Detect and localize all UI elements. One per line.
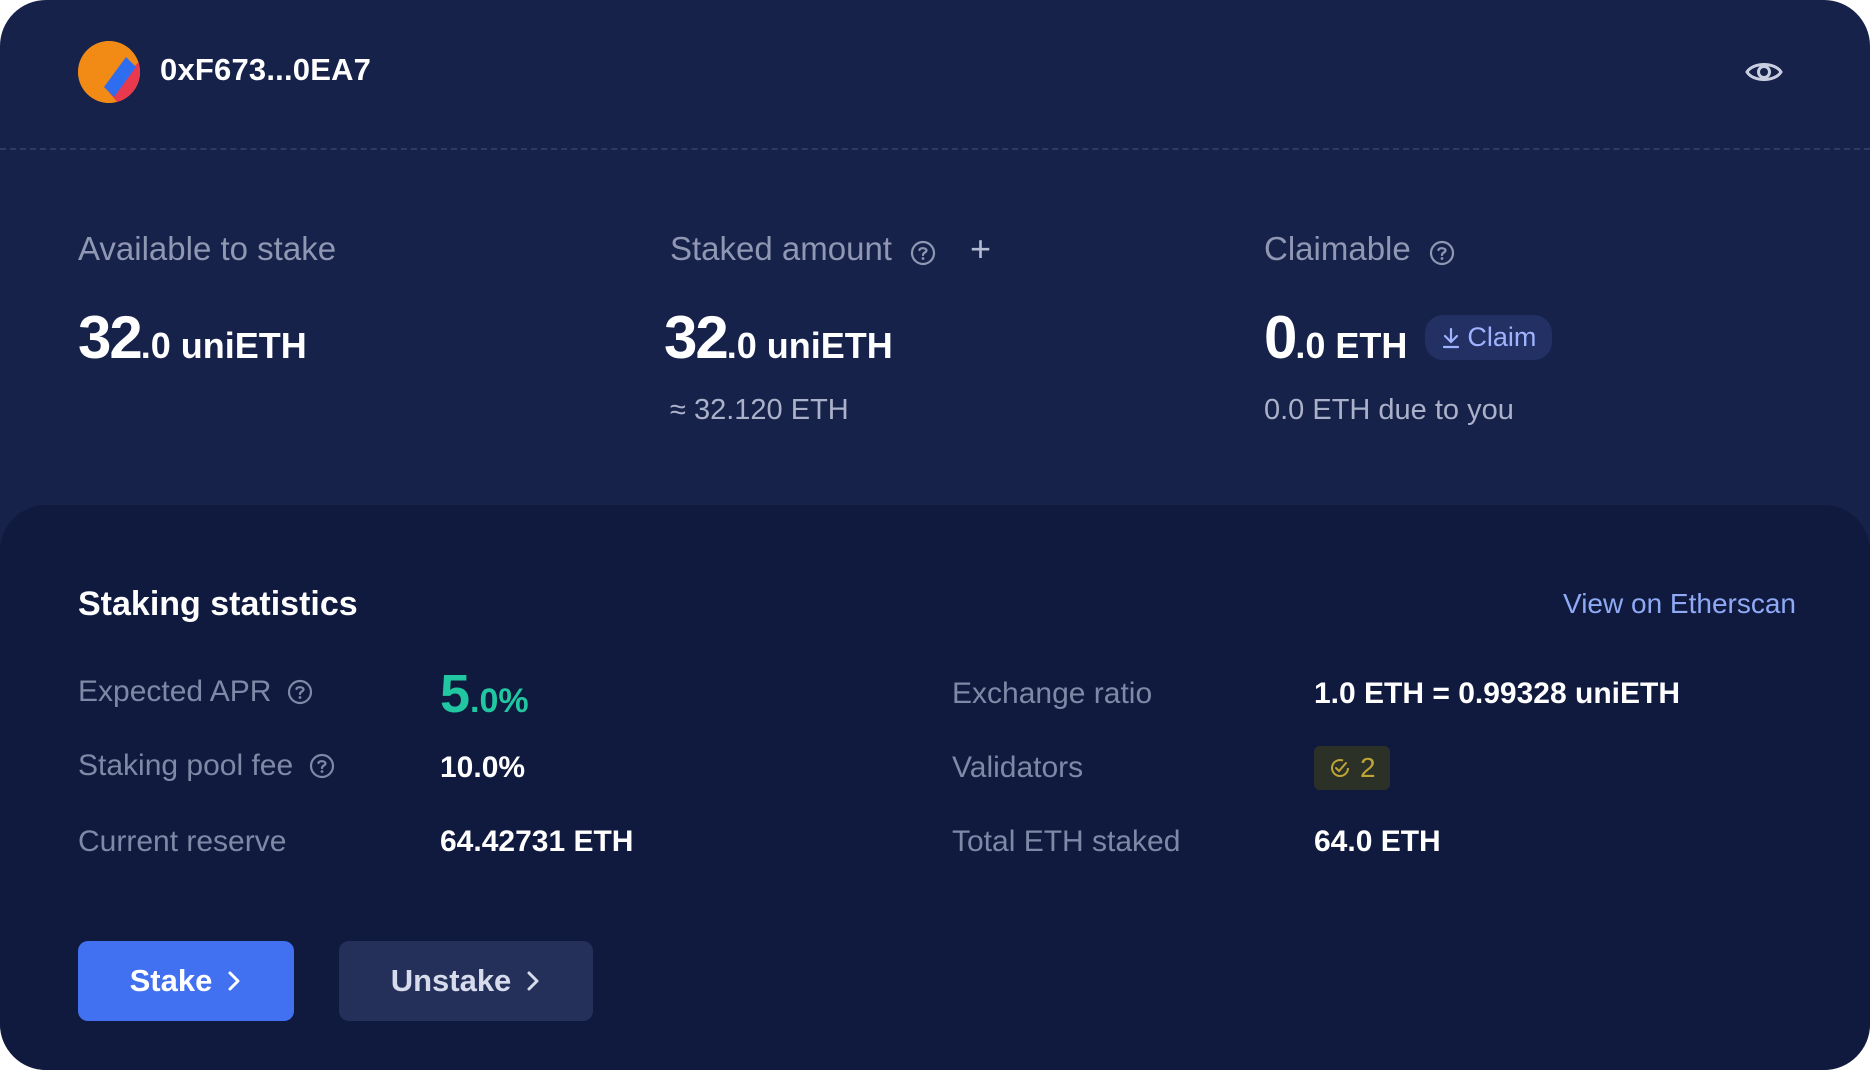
help-icon[interactable] xyxy=(287,679,313,705)
wallet-header: 0xF673...0EA7 xyxy=(0,0,1870,150)
current-reserve-value: 64.42731 ETH xyxy=(440,825,634,858)
staked-unit: uniETH xyxy=(766,325,893,366)
help-icon[interactable] xyxy=(910,236,936,266)
available-int: 32 xyxy=(78,304,143,371)
help-icon[interactable] xyxy=(309,753,335,779)
wallet-avatar-icon xyxy=(78,41,140,103)
stake-label: Stake xyxy=(129,963,213,998)
unstake-button[interactable]: Unstake xyxy=(339,941,593,1021)
claimable-dec: .0 xyxy=(1295,325,1326,366)
staked-int: 32 xyxy=(664,304,729,371)
apr-dec: .0% xyxy=(470,682,529,720)
claimable-int: 0 xyxy=(1264,304,1297,371)
check-circle-icon xyxy=(1331,759,1349,777)
stake-button[interactable]: Stake xyxy=(78,941,294,1021)
pool-fee-label: Staking pool fee xyxy=(78,749,335,783)
available-unit: uniETH xyxy=(180,325,307,366)
help-icon[interactable] xyxy=(1429,236,1455,266)
staked-amount: 32 .0 uniETH xyxy=(664,303,991,372)
add-stake-icon[interactable]: + xyxy=(970,231,991,267)
eye-icon[interactable] xyxy=(1744,52,1784,92)
claim-label: Claim xyxy=(1467,322,1537,352)
download-icon xyxy=(1443,327,1460,348)
unstake-label: Unstake xyxy=(390,963,512,998)
claimable-unit: ETH xyxy=(1335,325,1408,366)
staked-label: Staked amount + xyxy=(670,228,992,269)
wallet-address: 0xF673...0EA7 xyxy=(160,52,372,87)
claimable-section: Claimable 0 .0 ETH Claim 0.0 ETH due to … xyxy=(1264,225,1553,427)
available-dec: .0 xyxy=(140,325,171,366)
available-amount: 32 .0 uniETH xyxy=(78,303,336,372)
exchange-ratio-label: Exchange ratio xyxy=(952,677,1153,710)
pool-fee-value: 10.0% xyxy=(440,751,526,784)
staked-eth-equivalent: ≈ 32.120 ETH xyxy=(670,394,849,426)
staked-amount-section: Staked amount + 32 .0 uniETH ≈ 32.120 ET… xyxy=(664,225,992,427)
staking-card: 0xF673...0EA7 Available to stake 32 .0 u… xyxy=(0,0,1870,1070)
validators-badge: 2 xyxy=(1314,746,1390,790)
validators-label: Validators xyxy=(952,751,1084,784)
current-reserve-label: Current reserve xyxy=(78,825,287,858)
exchange-ratio-value: 1.0 ETH = 0.99328 uniETH xyxy=(1314,677,1680,710)
view-on-etherscan-link[interactable]: View on Etherscan xyxy=(1563,588,1796,620)
apr-int: 5 xyxy=(440,664,471,724)
chevron-right-icon xyxy=(228,971,240,991)
available-to-stake-section: Available to stake 32 .0 uniETH xyxy=(78,225,336,372)
validators-count: 2 xyxy=(1360,752,1376,783)
chevron-right-icon xyxy=(527,971,539,991)
available-label: Available to stake xyxy=(78,230,337,267)
stats-title: Staking statistics xyxy=(78,585,358,623)
claimable-amount: 0 .0 ETH Claim xyxy=(1264,303,1553,372)
claim-button[interactable]: Claim xyxy=(1425,315,1553,360)
staking-statistics-panel: Staking statistics View on Etherscan Exp… xyxy=(0,505,1870,1070)
total-eth-staked-label: Total ETH staked xyxy=(952,825,1181,858)
total-eth-staked-value: 64.0 ETH xyxy=(1314,825,1441,858)
apr-label: Expected APR xyxy=(78,675,313,709)
claimable-due-text: 0.0 ETH due to you xyxy=(1264,394,1514,426)
claimable-label: Claimable xyxy=(1264,225,1552,273)
apr-value: 5.0% xyxy=(440,663,529,725)
staked-dec: .0 xyxy=(726,325,757,366)
